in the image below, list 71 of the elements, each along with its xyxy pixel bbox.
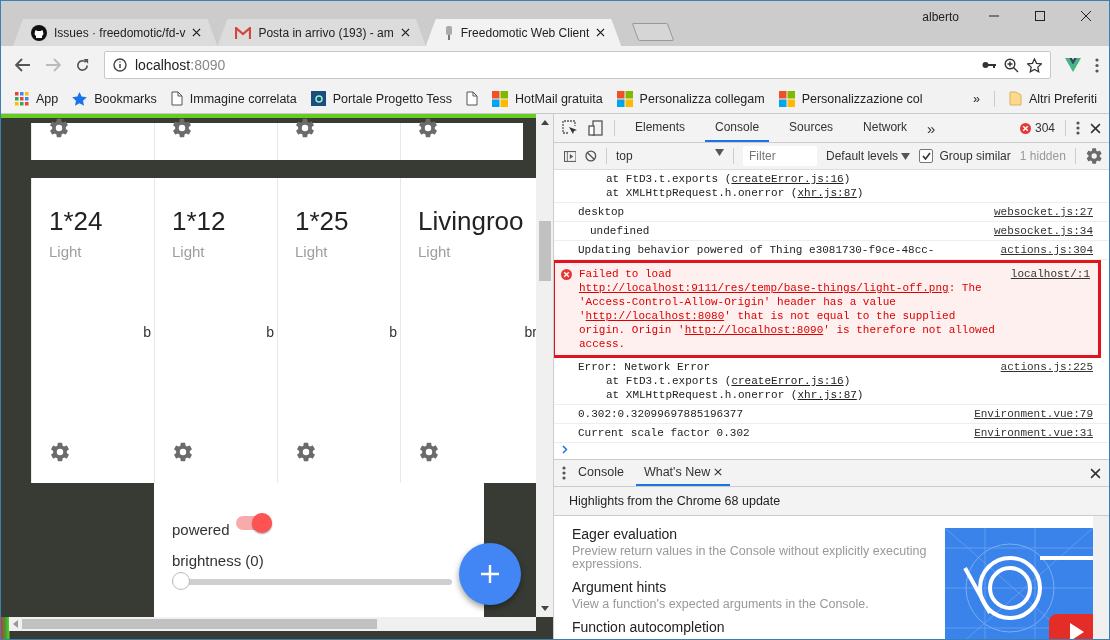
card-subtitle: Light [295,243,329,260]
feature-description: View a function's expected arguments in the Console. [572,598,870,611]
source-link[interactable]: websocket.js:34 [993,224,1093,238]
log-text: at FtD3.t.exports (createError.js:16) [605,172,852,186]
log-text: desktop [578,205,626,219]
feature-description: Preview return values in the Console without explicitly executing expressions. [572,545,927,571]
bookmark[interactable]: App [15,91,59,106]
address-bar[interactable]: localhost:8090 [104,51,1051,79]
log-text: at XMLHttpRequest.h.onerror (xhr.js:87) [605,388,865,402]
log-text: at XMLHttpRequest.h.onerror (xhr.js:87) [605,186,865,200]
log-text: Current scale factor 0.302 [578,426,751,440]
link[interactable]: xhr.js:87 [797,187,857,199]
feature-title: Eager evaluation [572,526,679,542]
devtools-tab[interactable]: Network [853,114,918,142]
devtools-tab[interactable]: Elements [625,114,696,142]
source-link[interactable]: websocket.js:27 [993,205,1093,219]
link[interactable]: http://localhost:8090 [684,324,824,336]
card-subtitle: Light [172,243,206,260]
checkbox-label: Group similar [939,149,1011,163]
bookmark[interactable]: HotMail gratuita [492,90,603,107]
bookmark[interactable]: Portale Progetto Tess [310,91,453,106]
panel-heading: Highlights from the Chrome 68 update [554,487,1109,516]
filter-field[interactable]: Filter [743,146,818,166]
more-bookmarks-button[interactable]: » [972,91,980,106]
log-text: at FtD3.t.exports (createError.js:16) [605,374,852,388]
card-subtitle: Light [418,243,452,260]
source-link[interactable]: localhost/:1 [1010,267,1090,351]
cut-label: b [266,324,274,340]
log-text: Updating behavior powered of Thing e3081730-f9ce-48cc- [578,243,936,257]
source-link[interactable]: actions.js:225 [1000,360,1093,402]
link[interactable]: http://localhost:8080 [585,310,725,322]
toggle-label: powered [172,521,230,538]
more-tabs-button[interactable]: » [927,119,936,137]
card-title: 1*25 [295,206,350,237]
log-text: undefined [590,224,651,238]
feature-title: Argument hints [572,579,668,595]
card-title: 1*24 [49,206,104,237]
feature-title: Function autocompletion [572,619,726,635]
hidden-count: 1 hidden [1019,149,1066,163]
slider-label: brightness (0) [172,552,265,569]
url-text: localhost:8090 [135,57,227,73]
log-text: Failed to load http://localhost:9111/res/temp/base-things/light-off.png: The 'Access-Control-Allow-Origin' header has a value 'http://localhost:8080' that is not equal to the supplied origin. Origin 'http://localhost:8090' is therefore not allowed access. [579,267,996,351]
bookmark[interactable]: Personalizza collegam [616,90,765,107]
levels-dropdown[interactable]: Default levels [826,149,911,163]
source-link[interactable]: Environment.vue:31 [974,426,1093,440]
link[interactable]: createError.js:16 [731,375,844,387]
card-title: Livingroo [418,206,525,237]
link[interactable]: createError.js:16 [731,173,844,185]
link[interactable]: xhr.js:87 [797,389,857,401]
context-dropdown[interactable]: top [615,149,725,163]
card-title: 1*12 [172,206,227,237]
browser-tab[interactable]: Issues · freedomotic/fd-v [13,19,218,46]
cut-label: b [389,324,397,340]
bookmark[interactable]: Personalizzazione col [778,90,923,107]
bookmark-folder[interactable]: Altri Preferiti [1008,91,1097,106]
card-subtitle: Light [49,243,83,260]
bookmark[interactable]: Bookmarks [72,91,157,106]
bookmark[interactable]: Immagine correlata [170,91,297,106]
browser-tab[interactable]: Freedomotic Web Client [425,19,622,46]
link[interactable]: http://localhost:9111/res/temp/base-things/light-off.png [579,282,949,294]
error-counter[interactable]: 304 [1019,121,1055,135]
cut-label: br [524,324,536,340]
browser-tab[interactable]: Posta in arrivo (193) - am [217,19,426,46]
source-link[interactable]: actions.js:304 [1000,243,1093,257]
log-text: Error: Network Error [578,360,712,374]
cut-label: b [143,324,151,340]
log-text: 0.302:0.32099697885196377 [578,407,745,421]
devtools-tab[interactable]: Sources [779,114,844,142]
source-link[interactable]: Environment.vue:79 [974,407,1093,421]
profile-name[interactable]: alberto [922,10,959,24]
drawer-tab[interactable]: Console [570,460,632,486]
